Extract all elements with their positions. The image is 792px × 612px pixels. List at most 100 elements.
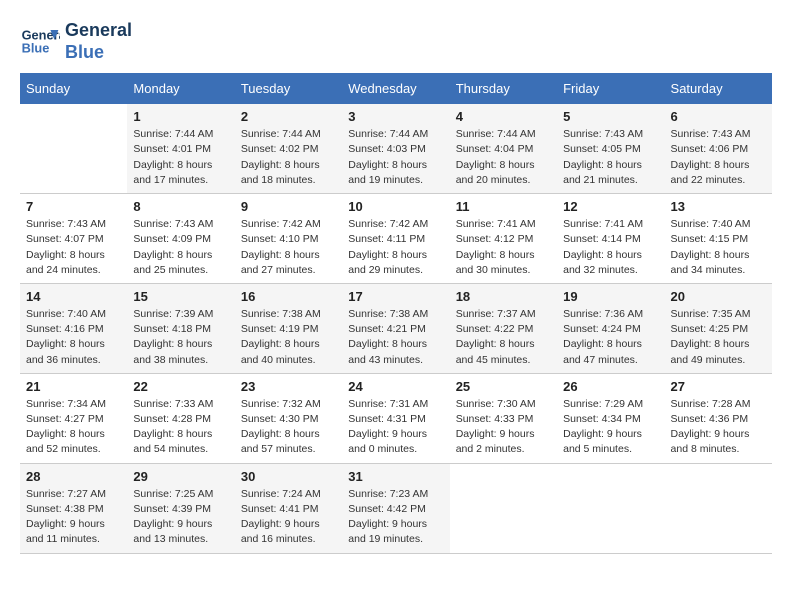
day-number: 28 [26,469,121,484]
day-info: Sunrise: 7:38 AMSunset: 4:21 PMDaylight:… [348,307,443,368]
day-number: 3 [348,109,443,124]
day-info: Sunrise: 7:44 AMSunset: 4:03 PMDaylight:… [348,127,443,188]
week-row-2: 7 Sunrise: 7:43 AMSunset: 4:07 PMDaylight… [20,194,772,284]
weekday-header-saturday: Saturday [665,73,772,104]
day-info: Sunrise: 7:37 AMSunset: 4:22 PMDaylight:… [456,307,551,368]
calendar-cell: 15 Sunrise: 7:39 AMSunset: 4:18 PMDayligh… [127,283,234,373]
day-number: 4 [456,109,551,124]
week-row-5: 28 Sunrise: 7:27 AMSunset: 4:38 PMDayligh… [20,463,772,553]
day-info: Sunrise: 7:25 AMSunset: 4:39 PMDaylight:… [133,487,228,548]
day-number: 2 [241,109,336,124]
calendar-cell [665,463,772,553]
day-info: Sunrise: 7:43 AMSunset: 4:07 PMDaylight:… [26,217,121,278]
calendar-cell: 19 Sunrise: 7:36 AMSunset: 4:24 PMDayligh… [557,283,664,373]
week-row-4: 21 Sunrise: 7:34 AMSunset: 4:27 PMDayligh… [20,373,772,463]
day-info: Sunrise: 7:33 AMSunset: 4:28 PMDaylight:… [133,397,228,458]
day-info: Sunrise: 7:32 AMSunset: 4:30 PMDaylight:… [241,397,336,458]
day-info: Sunrise: 7:31 AMSunset: 4:31 PMDaylight:… [348,397,443,458]
calendar-cell: 24 Sunrise: 7:31 AMSunset: 4:31 PMDayligh… [342,373,449,463]
day-info: Sunrise: 7:40 AMSunset: 4:15 PMDaylight:… [671,217,766,278]
day-number: 10 [348,199,443,214]
day-info: Sunrise: 7:29 AMSunset: 4:34 PMDaylight:… [563,397,658,458]
page-header: General Blue General Blue [20,20,772,63]
calendar-cell: 12 Sunrise: 7:41 AMSunset: 4:14 PMDayligh… [557,194,664,284]
day-number: 31 [348,469,443,484]
day-info: Sunrise: 7:24 AMSunset: 4:41 PMDaylight:… [241,487,336,548]
calendar-cell [20,104,127,193]
calendar-cell [557,463,664,553]
day-info: Sunrise: 7:44 AMSunset: 4:02 PMDaylight:… [241,127,336,188]
calendar-table: SundayMondayTuesdayWednesdayThursdayFrid… [20,73,772,553]
day-info: Sunrise: 7:43 AMSunset: 4:09 PMDaylight:… [133,217,228,278]
day-number: 12 [563,199,658,214]
calendar-cell: 28 Sunrise: 7:27 AMSunset: 4:38 PMDayligh… [20,463,127,553]
calendar-cell: 31 Sunrise: 7:23 AMSunset: 4:42 PMDayligh… [342,463,449,553]
calendar-cell: 3 Sunrise: 7:44 AMSunset: 4:03 PMDaylight… [342,104,449,193]
day-info: Sunrise: 7:34 AMSunset: 4:27 PMDaylight:… [26,397,121,458]
day-number: 30 [241,469,336,484]
weekday-header-tuesday: Tuesday [235,73,342,104]
day-number: 5 [563,109,658,124]
day-number: 25 [456,379,551,394]
logo: General Blue General Blue [20,20,132,63]
day-info: Sunrise: 7:30 AMSunset: 4:33 PMDaylight:… [456,397,551,458]
day-info: Sunrise: 7:28 AMSunset: 4:36 PMDaylight:… [671,397,766,458]
day-number: 6 [671,109,766,124]
calendar-cell: 1 Sunrise: 7:44 AMSunset: 4:01 PMDaylight… [127,104,234,193]
calendar-cell: 27Sunrise: 7:28 AMSunset: 4:36 PMDayligh… [665,373,772,463]
logo-line2: Blue [65,42,132,64]
calendar-cell: 16Sunrise: 7:38 AMSunset: 4:19 PMDayligh… [235,283,342,373]
day-info: Sunrise: 7:42 AMSunset: 4:10 PMDaylight:… [241,217,336,278]
calendar-cell: 7 Sunrise: 7:43 AMSunset: 4:07 PMDaylight… [20,194,127,284]
calendar-cell: 6 Sunrise: 7:43 AMSunset: 4:06 PMDaylight… [665,104,772,193]
day-number: 18 [456,289,551,304]
day-info: Sunrise: 7:43 AMSunset: 4:05 PMDaylight:… [563,127,658,188]
calendar-cell: 17 Sunrise: 7:38 AMSunset: 4:21 PMDayligh… [342,283,449,373]
day-number: 14 [26,289,121,304]
day-info: Sunrise: 7:36 AMSunset: 4:24 PMDaylight:… [563,307,658,368]
day-number: 17 [348,289,443,304]
weekday-header-wednesday: Wednesday [342,73,449,104]
day-number: 23 [241,379,336,394]
calendar-cell: 30 Sunrise: 7:24 AMSunset: 4:41 PMDayligh… [235,463,342,553]
day-info: Sunrise: 7:23 AMSunset: 4:42 PMDaylight:… [348,487,443,548]
day-number: 24 [348,379,443,394]
weekday-header-monday: Monday [127,73,234,104]
day-info: Sunrise: 7:42 AMSunset: 4:11 PMDaylight:… [348,217,443,278]
week-row-1: 1 Sunrise: 7:44 AMSunset: 4:01 PMDaylight… [20,104,772,193]
week-row-3: 14 Sunrise: 7:40 AMSunset: 4:16 PMDayligh… [20,283,772,373]
day-info: Sunrise: 7:41 AMSunset: 4:14 PMDaylight:… [563,217,658,278]
day-number: 7 [26,199,121,214]
calendar-cell: 25 Sunrise: 7:30 AMSunset: 4:33 PMDayligh… [450,373,557,463]
calendar-cell: 9 Sunrise: 7:42 AMSunset: 4:10 PMDaylight… [235,194,342,284]
day-number: 21 [26,379,121,394]
calendar-cell [450,463,557,553]
day-number: 19 [563,289,658,304]
weekday-header-friday: Friday [557,73,664,104]
day-number: 1 [133,109,228,124]
calendar-cell: 29Sunrise: 7:25 AMSunset: 4:39 PMDayligh… [127,463,234,553]
day-number: 8 [133,199,228,214]
calendar-cell: 4 Sunrise: 7:44 AMSunset: 4:04 PMDaylight… [450,104,557,193]
day-number: 15 [133,289,228,304]
day-number: 9 [241,199,336,214]
day-number: 11 [456,199,551,214]
weekday-header-thursday: Thursday [450,73,557,104]
day-number: 16 [241,289,336,304]
calendar-cell: 13Sunrise: 7:40 AMSunset: 4:15 PMDayligh… [665,194,772,284]
day-number: 26 [563,379,658,394]
day-info: Sunrise: 7:44 AMSunset: 4:01 PMDaylight:… [133,127,228,188]
calendar-cell: 20 Sunrise: 7:35 AMSunset: 4:25 PMDayligh… [665,283,772,373]
calendar-cell: 11Sunrise: 7:41 AMSunset: 4:12 PMDayligh… [450,194,557,284]
day-info: Sunrise: 7:40 AMSunset: 4:16 PMDaylight:… [26,307,121,368]
day-info: Sunrise: 7:27 AMSunset: 4:38 PMDaylight:… [26,487,121,548]
day-number: 22 [133,379,228,394]
calendar-cell: 10 Sunrise: 7:42 AMSunset: 4:11 PMDayligh… [342,194,449,284]
day-info: Sunrise: 7:39 AMSunset: 4:18 PMDaylight:… [133,307,228,368]
day-info: Sunrise: 7:43 AMSunset: 4:06 PMDaylight:… [671,127,766,188]
calendar-cell: 14 Sunrise: 7:40 AMSunset: 4:16 PMDayligh… [20,283,127,373]
calendar-cell: 5 Sunrise: 7:43 AMSunset: 4:05 PMDaylight… [557,104,664,193]
day-info: Sunrise: 7:44 AMSunset: 4:04 PMDaylight:… [456,127,551,188]
day-number: 20 [671,289,766,304]
day-info: Sunrise: 7:35 AMSunset: 4:25 PMDaylight:… [671,307,766,368]
